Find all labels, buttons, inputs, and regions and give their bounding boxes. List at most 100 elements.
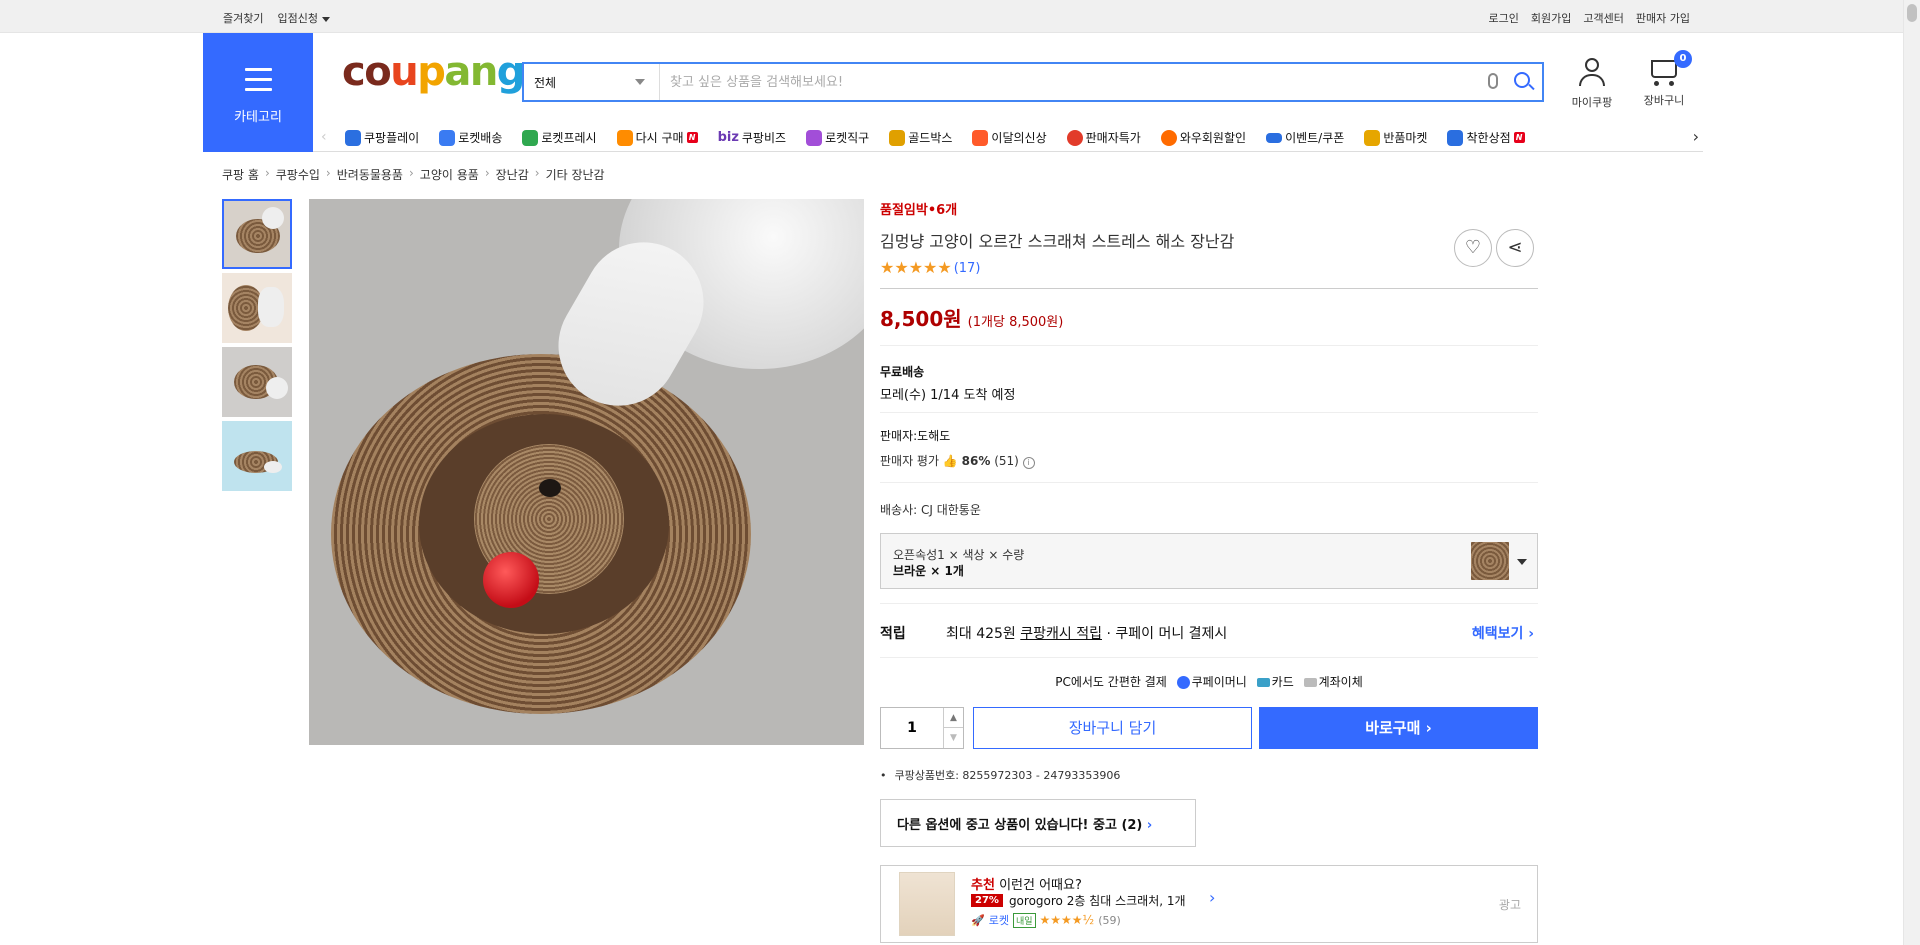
sale-price: 8,500원: [880, 307, 962, 331]
product-thumbnail[interactable]: [222, 273, 292, 343]
buy-now-button[interactable]: 바로구매 ›: [1259, 707, 1538, 749]
coupang-logo[interactable]: coupang: [342, 52, 525, 92]
nav-item-rocket-direct[interactable]: 로켓직구: [806, 129, 869, 146]
product-thumbnail[interactable]: [222, 347, 292, 417]
payment-methods: PC에서도 간편한 결제 쿠페이머니 카드 계좌이체: [1055, 675, 1363, 689]
breadcrumb-item[interactable]: 장난감: [496, 166, 529, 183]
breadcrumb-item[interactable]: 반려동물용품: [337, 166, 403, 183]
nav-prev-icon[interactable]: ‹: [321, 129, 327, 145]
shipping-info: 무료배송 모레(수) 1/14 도착 예정: [880, 363, 1015, 403]
chevron-right-icon: ›: [534, 166, 540, 180]
play-icon: [345, 129, 361, 146]
product-thumbnails: [222, 199, 292, 495]
share-button[interactable]: ⋖: [1496, 229, 1534, 267]
nav-item-goldbox[interactable]: 골드박스: [889, 129, 952, 146]
top-utility-bar: 즐겨찾기 입점신청 로그인 회원가입 고객센터 판매자 가입: [0, 0, 1920, 33]
chevron-down-icon: [1517, 559, 1527, 565]
reward-label: 적립: [880, 626, 906, 642]
rocket-fresh-icon: [522, 129, 539, 146]
product-main-image[interactable]: [309, 199, 864, 745]
heart-icon: ♡: [1464, 237, 1482, 258]
nav-item-return-market[interactable]: 반품마켓: [1364, 129, 1427, 146]
globe-rocket-icon: [806, 129, 823, 146]
nav-item-rebuy[interactable]: 다시 구매 N: [616, 129, 698, 146]
product-rating[interactable]: ★★★★★ (17): [880, 260, 1538, 276]
my-coupang-button[interactable]: 마이쿠팡: [1566, 58, 1618, 110]
coupay-icon: [1176, 676, 1190, 689]
nav-item-new-arrivals[interactable]: 이달의신상: [972, 129, 1047, 146]
nav-next-icon[interactable]: ›: [1693, 127, 1699, 146]
login-link[interactable]: 로그인: [1489, 10, 1519, 26]
search-category-select[interactable]: 전체: [524, 64, 660, 100]
nav-item-wow-discount[interactable]: 와우회원할인: [1160, 129, 1246, 146]
product-thumbnail[interactable]: [222, 421, 292, 491]
breadcrumb-item[interactable]: 고양이 용품: [420, 166, 479, 183]
option-value: 브라운 × 1개: [893, 564, 964, 578]
quantity-stepper: ▲ ▼: [880, 707, 964, 749]
cart-count-badge: 0: [1674, 50, 1692, 68]
product-thumbnail[interactable]: [222, 199, 292, 269]
delivery-company: 배송사: CJ 대한통운: [880, 503, 981, 517]
house-icon: [616, 129, 633, 146]
search-input[interactable]: [670, 70, 1470, 94]
divider: [880, 345, 1538, 346]
option-header: 오픈속성1 × 색상 × 수량: [893, 548, 1025, 562]
chevron-down-icon: [321, 16, 330, 22]
divider: [880, 657, 1538, 658]
wow-icon: [1160, 129, 1177, 146]
quantity-input[interactable]: [881, 708, 943, 748]
star-rating-icon: ★★★★★: [880, 258, 952, 277]
shopping-bag-icon: [972, 129, 989, 146]
chevron-right-icon: ›: [1209, 888, 1216, 907]
nav-item-rocket-fresh[interactable]: 로켓프레시: [522, 129, 597, 146]
chevron-right-icon: ›: [1146, 818, 1153, 833]
favorite-button[interactable]: ♡: [1454, 229, 1492, 267]
signup-link[interactable]: 회원가입: [1531, 10, 1571, 26]
ticket-icon: [1266, 132, 1283, 143]
page-scrollbar[interactable]: [1903, 0, 1920, 945]
category-menu-button[interactable]: 카테고리: [203, 33, 313, 152]
recommendation-card[interactable]: 추천 이런건 어때요? 27% gorogoro 2층 침대 스크래처, 1개 🚀…: [880, 865, 1538, 943]
recommended-product-image: [899, 872, 955, 936]
search-icon[interactable]: [1514, 72, 1530, 88]
info-icon[interactable]: i: [1022, 457, 1035, 469]
nav-item-events-coupons[interactable]: 이벤트/쿠폰: [1266, 129, 1344, 146]
star-rating-icon: ★★★★½: [1039, 913, 1095, 927]
unit-price: (1개당 8,500원): [967, 315, 1064, 330]
breadcrumb-item[interactable]: 쿠팡 홈: [222, 166, 259, 183]
nav-item-good-store[interactable]: 착한상점 N: [1447, 129, 1525, 146]
decrement-button[interactable]: ▼: [943, 728, 963, 748]
search-bar: 전체: [522, 62, 1544, 102]
new-badge: N: [686, 132, 698, 143]
breadcrumb-item[interactable]: 쿠팡수입: [276, 166, 320, 183]
seller-signup-link[interactable]: 판매자 가입: [1636, 10, 1690, 26]
person-icon: [1585, 58, 1599, 72]
breadcrumb-item[interactable]: 기타 장난감: [546, 166, 605, 183]
scrollbar-thumb[interactable]: [1907, 4, 1917, 22]
seller-apply-link[interactable]: 입점신청: [277, 10, 330, 26]
used-product-notice[interactable]: 다른 옵션에 중고 상품이 있습니다! 중고 (2) ›: [880, 799, 1196, 847]
review-count[interactable]: (17): [954, 261, 981, 276]
add-to-cart-button[interactable]: 장바구니 담기: [973, 707, 1252, 749]
seller-name[interactable]: 판매자:도해도: [880, 427, 1035, 444]
store-icon: [1447, 129, 1464, 146]
cart-button[interactable]: 0 장바구니: [1638, 50, 1692, 108]
nav-item-seller-deals[interactable]: 판매자특가: [1066, 129, 1141, 146]
nav-item-coupang-play[interactable]: 쿠팡플레이: [345, 129, 419, 146]
microphone-icon[interactable]: [1488, 73, 1498, 89]
increment-button[interactable]: ▲: [943, 708, 963, 728]
share-icon: ⋖: [1507, 237, 1523, 258]
arrival-date: 모레(수) 1/14 도착 예정: [880, 388, 1016, 403]
product-title: 김멍냥 고양이 오르간 스크래쳐 스트레스 해소 장난감: [880, 232, 1235, 251]
benefits-link[interactable]: 혜택보기 ›: [1472, 623, 1534, 643]
chevron-down-icon: [635, 79, 645, 85]
option-selector[interactable]: 오픈속성1 × 색상 × 수량 브라운 × 1개: [880, 533, 1538, 589]
nav-item-coupang-biz[interactable]: biz 쿠팡비즈: [718, 129, 787, 146]
biz-logo: biz: [717, 130, 739, 145]
coupang-cash-link[interactable]: 쿠팡캐시 적립: [1020, 626, 1102, 642]
bank-icon: [1303, 678, 1317, 687]
nav-item-rocket-delivery[interactable]: 로켓배송: [439, 129, 502, 146]
chevron-right-icon: ›: [325, 166, 331, 180]
customer-center-link[interactable]: 고객센터: [1583, 10, 1623, 26]
bookmark-link[interactable]: 즐겨찾기: [223, 10, 263, 26]
